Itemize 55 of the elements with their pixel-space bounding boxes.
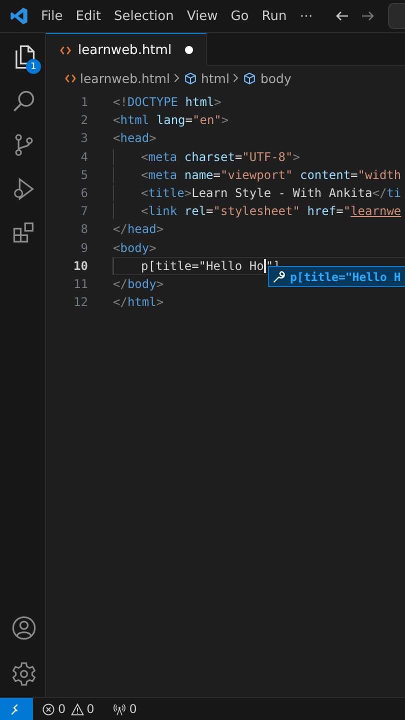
code-line: <!DOCTYPE html> bbox=[113, 95, 222, 110]
ports-count[interactable]: 0 bbox=[129, 702, 137, 716]
html-file-icon bbox=[65, 74, 76, 82]
chevron-icon bbox=[174, 73, 180, 83]
code-line: </head> bbox=[113, 222, 164, 236]
menu-item[interactable]: ⋯ bbox=[300, 8, 313, 24]
antenna-icon[interactable] bbox=[113, 702, 126, 716]
warning-count[interactable]: 0 bbox=[86, 702, 94, 716]
remote-button[interactable] bbox=[0, 698, 33, 720]
unsaved-dot-icon[interactable] bbox=[184, 46, 193, 54]
line-number: 5 bbox=[80, 168, 88, 182]
error-count[interactable]: 0 bbox=[58, 702, 66, 716]
command-center-field[interactable] bbox=[388, 3, 405, 29]
code-line: <title>Learn Style - With Ankita</ti bbox=[141, 186, 402, 200]
breadcrumb-item[interactable]: body bbox=[260, 70, 292, 86]
code-line: <link rel="stylesheet" href="learnwe bbox=[141, 204, 402, 218]
code-line: </html> bbox=[113, 295, 164, 310]
menu-item[interactable]: Run bbox=[262, 8, 287, 24]
menu-item[interactable]: Selection bbox=[114, 8, 174, 24]
suggestion-popup[interactable]: p[title="Hello H bbox=[268, 266, 405, 287]
menu-item[interactable]: File bbox=[41, 8, 63, 24]
line-number: 2 bbox=[80, 113, 88, 128]
app-logo-icon bbox=[9, 6, 29, 26]
cube-icon bbox=[184, 72, 197, 84]
line-number: 4 bbox=[80, 150, 88, 164]
cube-icon bbox=[243, 72, 256, 84]
warning-icon[interactable] bbox=[70, 702, 84, 716]
code-line: <html lang="en"> bbox=[113, 113, 229, 128]
line-number: 9 bbox=[80, 240, 88, 255]
line-number: 8 bbox=[80, 222, 88, 236]
code-line: </body> bbox=[113, 276, 164, 291]
wrench-icon bbox=[272, 270, 286, 284]
account-icon[interactable] bbox=[10, 615, 36, 641]
code-line: <meta name="viewport" content="width bbox=[141, 168, 402, 182]
chevron-icon bbox=[233, 73, 240, 83]
html-file-icon bbox=[60, 46, 71, 54]
line-number: 7 bbox=[80, 204, 88, 218]
code-line: <meta charset="UTF-8"> bbox=[141, 150, 300, 164]
editor-tab[interactable]: learnweb.html bbox=[46, 33, 207, 66]
code-line: <body> bbox=[113, 240, 156, 255]
breadcrumb-item[interactable]: html bbox=[200, 70, 230, 86]
code-line: <head> bbox=[113, 131, 156, 146]
line-number: 11 bbox=[72, 276, 88, 291]
settings-icon[interactable] bbox=[10, 661, 36, 687]
line-number: 3 bbox=[80, 131, 88, 146]
menu-item[interactable]: Go bbox=[230, 8, 249, 24]
error-icon[interactable] bbox=[42, 702, 55, 716]
notification-badge: 1 bbox=[26, 59, 41, 74]
breadcrumb-item[interactable]: learnweb.html bbox=[80, 70, 170, 86]
line-number: 10 bbox=[72, 258, 88, 273]
menu-item[interactable]: Edit bbox=[76, 8, 101, 24]
line-number: 6 bbox=[80, 186, 88, 200]
menu-item[interactable]: View bbox=[186, 8, 218, 24]
line-number: 1 bbox=[80, 95, 88, 110]
line-number: 12 bbox=[72, 295, 88, 310]
